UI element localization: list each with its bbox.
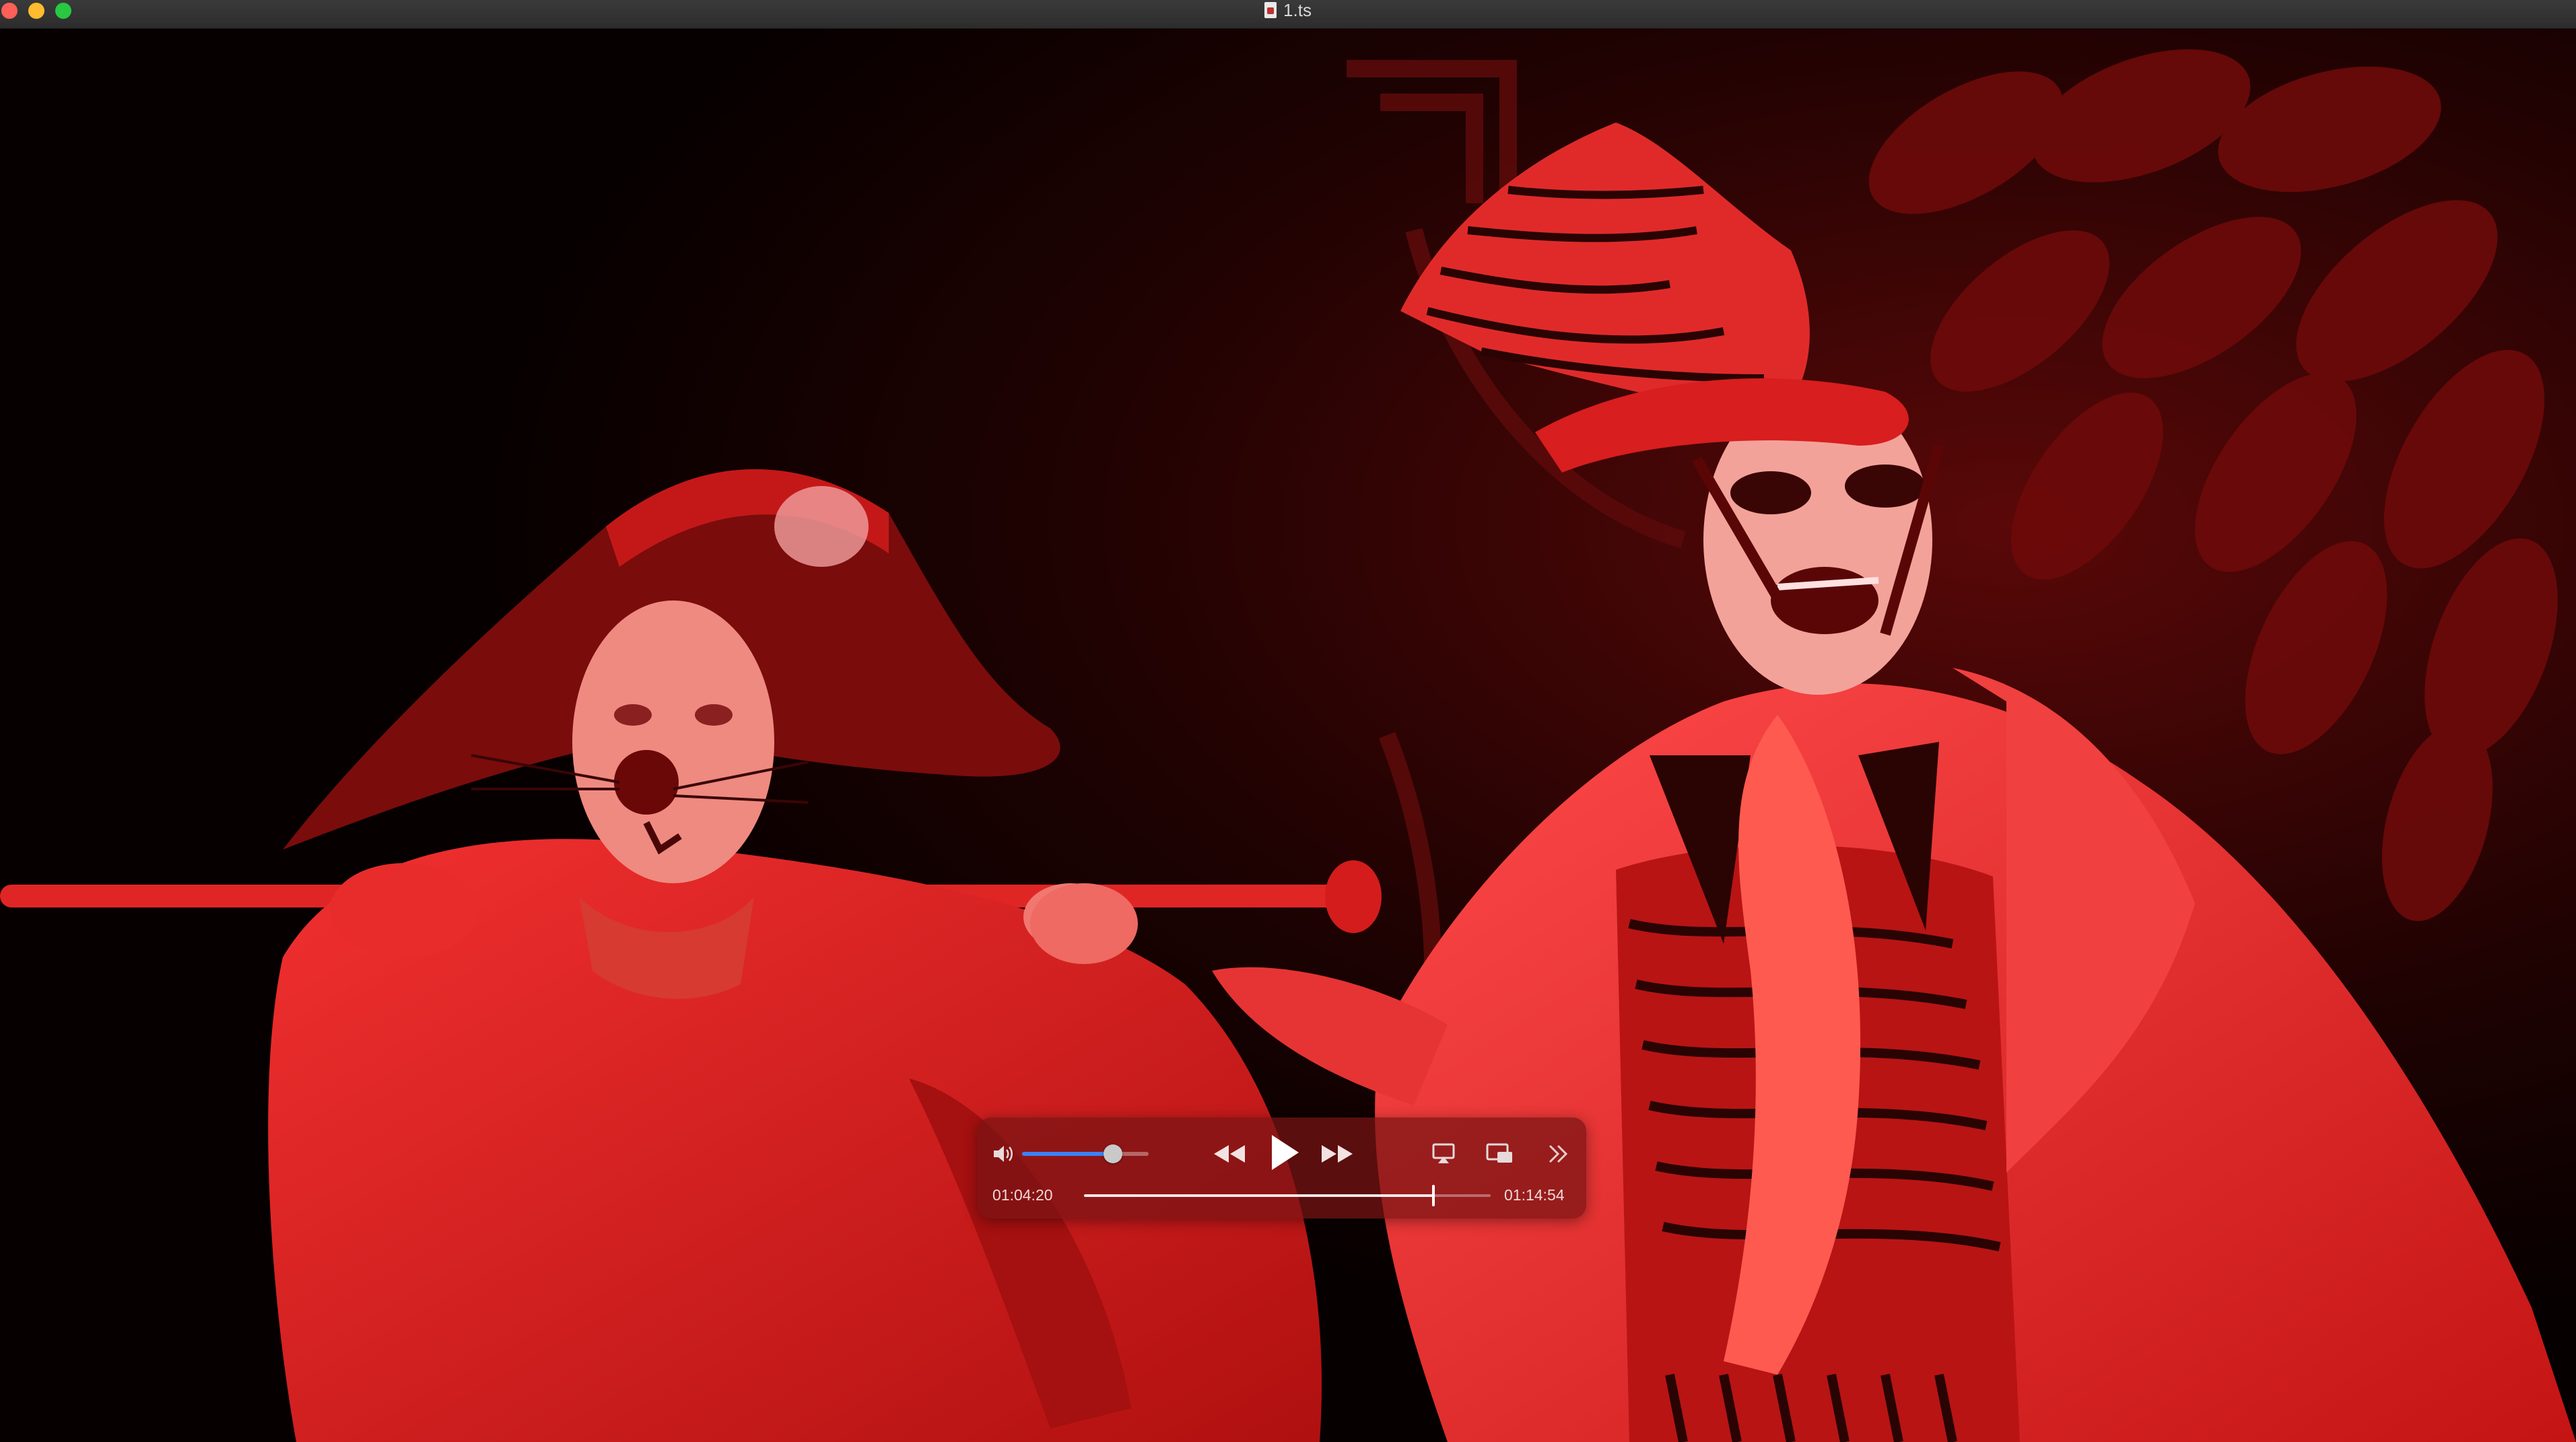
- fast-forward-icon: [1322, 1145, 1353, 1163]
- airplay-icon: [1432, 1143, 1455, 1163]
- volume-level: [1022, 1152, 1114, 1156]
- total-duration: 01:14:54: [1504, 1186, 1565, 1204]
- video-content: [0, 28, 2576, 1442]
- video-frame[interactable]: [0, 28, 2576, 1442]
- rewind-button[interactable]: [1209, 1136, 1250, 1171]
- play-button[interactable]: [1263, 1130, 1306, 1175]
- rewind-icon: [1214, 1145, 1245, 1163]
- player-window: 1.ts 01:04:20 01:14:54: [0, 0, 2576, 1442]
- seek-bar[interactable]: [1084, 1185, 1491, 1206]
- title-bar[interactable]: 1.ts: [0, 0, 2576, 29]
- picture-in-picture-icon: [1486, 1143, 1512, 1163]
- seek-progress: [1084, 1194, 1433, 1197]
- picture-in-picture-button[interactable]: [1484, 1139, 1516, 1169]
- more-button[interactable]: [1543, 1139, 1573, 1169]
- fast-forward-button[interactable]: [1317, 1136, 1357, 1171]
- window-title-group: 1.ts: [0, 0, 2576, 20]
- chevron-double-right-icon: [1549, 1144, 1568, 1163]
- playback-controls[interactable]: 01:04:20 01:14:54: [978, 1118, 1586, 1218]
- speaker-icon[interactable]: [990, 1140, 1017, 1167]
- elapsed-time: 01:04:20: [992, 1186, 1053, 1204]
- volume-knob[interactable]: [1104, 1144, 1123, 1163]
- video-document-icon: [1264, 2, 1277, 18]
- airplay-button[interactable]: [1429, 1139, 1458, 1169]
- play-icon: [1272, 1135, 1299, 1170]
- seek-playhead[interactable]: [1431, 1185, 1435, 1206]
- window-title: 1.ts: [1283, 0, 1312, 20]
- volume-slider[interactable]: [1022, 1144, 1149, 1163]
